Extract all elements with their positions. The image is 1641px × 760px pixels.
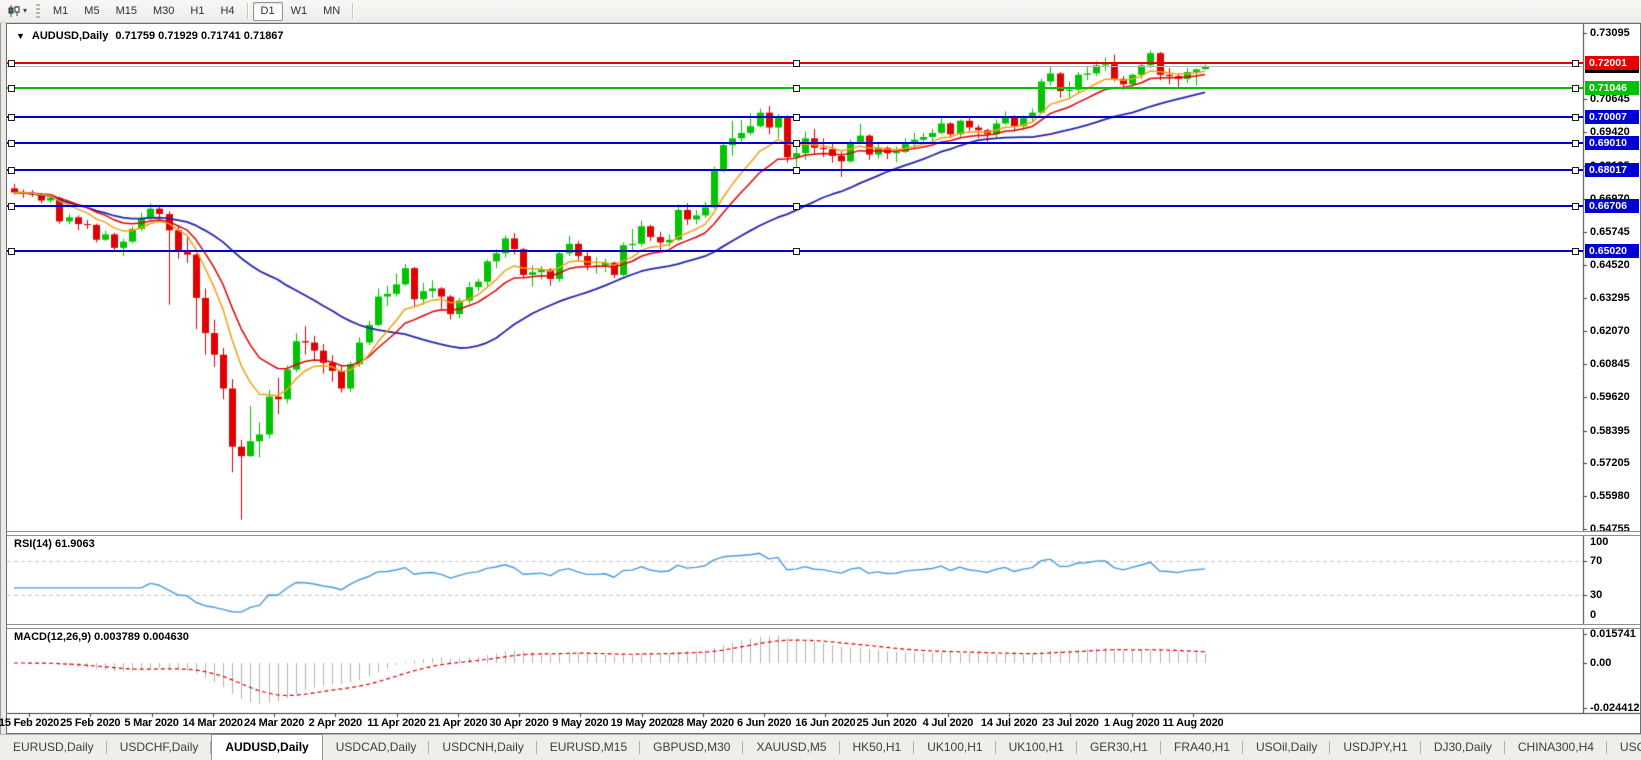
line-handle[interactable] [793, 85, 800, 92]
price-level-badge: 0.70007 [1585, 110, 1639, 124]
date-label: 25 Feb 2020 [60, 717, 120, 729]
line-handle[interactable] [1572, 60, 1579, 67]
price-tick-label: 0.60845 [1590, 358, 1630, 370]
line-handle[interactable] [1572, 167, 1579, 174]
chart-canvas[interactable] [0, 0, 1641, 760]
line-handle[interactable] [793, 203, 800, 210]
date-label: 30 Apr 2020 [490, 717, 549, 729]
date-label: 24 Mar 2020 [244, 717, 304, 729]
date-label: 15 Feb 2020 [0, 717, 59, 729]
hline-support-0.69010[interactable] [7, 142, 1583, 144]
price-tick-label: 0.59620 [1590, 391, 1630, 403]
hline-support-0.71046[interactable] [7, 87, 1583, 89]
date-label: 19 May 2020 [611, 717, 673, 729]
line-handle[interactable] [1572, 114, 1579, 121]
date-label: 14 Jul 2020 [981, 717, 1038, 729]
date-label: 25 Jun 2020 [857, 717, 917, 729]
line-handle[interactable] [793, 114, 800, 121]
chart-title-dropdown-icon[interactable]: ▼ [16, 31, 25, 41]
rsi-indicator-label: RSI(14) 61.9063 [14, 538, 95, 550]
ohlc-values: 0.71759 0.71929 0.71741 0.71867 [115, 30, 283, 42]
line-handle[interactable] [1572, 248, 1579, 255]
date-label: 6 Jun 2020 [737, 717, 791, 729]
rsi-axis-label: 30 [1590, 589, 1602, 601]
date-label: 4 Jul 2020 [923, 717, 974, 729]
price-level-badge: 0.69010 [1585, 136, 1639, 150]
rsi-axis-label: 100 [1590, 536, 1608, 548]
date-label: 11 Apr 2020 [367, 717, 426, 729]
date-label: 9 May 2020 [552, 717, 608, 729]
date-label: 16 Jun 2020 [795, 717, 855, 729]
price-level-badge: 0.66706 [1585, 199, 1639, 213]
line-handle[interactable] [8, 203, 15, 210]
line-handle[interactable] [793, 248, 800, 255]
macd-axis-label: 0.00 [1590, 657, 1611, 669]
date-label: 23 Jul 2020 [1042, 717, 1099, 729]
hline-support-0.66706[interactable] [7, 205, 1583, 207]
date-label: 21 Apr 2020 [428, 717, 487, 729]
macd-indicator-label: MACD(12,26,9) 0.003789 0.004630 [14, 631, 189, 643]
line-handle[interactable] [793, 60, 800, 67]
hline-support-0.70007[interactable] [7, 116, 1583, 118]
hline-resistance-0.72001[interactable] [7, 62, 1583, 64]
date-label: 1 Aug 2020 [1104, 717, 1160, 729]
chart-title: ▼ AUDUSD,Daily 0.71759 0.71929 0.71741 0… [16, 30, 284, 42]
line-handle[interactable] [1572, 85, 1579, 92]
line-handle[interactable] [8, 60, 15, 67]
price-level-badge: 0.65020 [1585, 244, 1639, 258]
date-label: 5 Mar 2020 [124, 717, 178, 729]
line-handle[interactable] [8, 140, 15, 147]
rsi-axis-label: 0 [1590, 609, 1596, 621]
price-tick-label: 0.64520 [1590, 259, 1630, 271]
line-handle[interactable] [1572, 140, 1579, 147]
price-tick-label: 0.58395 [1590, 425, 1630, 437]
line-handle[interactable] [1572, 203, 1579, 210]
macd-axis-label: 0.015741 [1590, 628, 1636, 640]
macd-axis-label: -0.024412 [1590, 702, 1640, 714]
line-handle[interactable] [793, 167, 800, 174]
line-handle[interactable] [8, 85, 15, 92]
date-label: 2 Apr 2020 [309, 717, 362, 729]
price-tick-label: 0.65745 [1590, 226, 1630, 238]
date-label: 14 Mar 2020 [183, 717, 243, 729]
rsi-axis-label: 70 [1590, 555, 1602, 567]
price-tick-label: 0.63295 [1590, 292, 1630, 304]
hline-support-0.68017[interactable] [7, 169, 1583, 171]
price-level-badge: 0.71046 [1585, 81, 1639, 95]
price-tick-label: 0.57205 [1590, 457, 1630, 469]
price-level-badge: 0.68017 [1585, 163, 1639, 177]
price-tick-label: 0.73095 [1590, 27, 1630, 39]
line-handle[interactable] [8, 248, 15, 255]
price-tick-label: 0.62070 [1590, 325, 1630, 337]
symbol-period-label: AUDUSD,Daily [32, 30, 108, 42]
price-level-badge: 0.72001 [1585, 56, 1639, 70]
line-handle[interactable] [793, 140, 800, 147]
date-label: 28 May 2020 [672, 717, 734, 729]
date-label: 11 Aug 2020 [1162, 717, 1223, 729]
line-handle[interactable] [8, 167, 15, 174]
hline-support-0.65020[interactable] [7, 250, 1583, 252]
price-tick-label: 0.55980 [1590, 490, 1630, 502]
panel-splitter-rsi[interactable] [7, 531, 1640, 536]
panel-splitter-macd[interactable] [7, 624, 1640, 629]
line-handle[interactable] [8, 114, 15, 121]
